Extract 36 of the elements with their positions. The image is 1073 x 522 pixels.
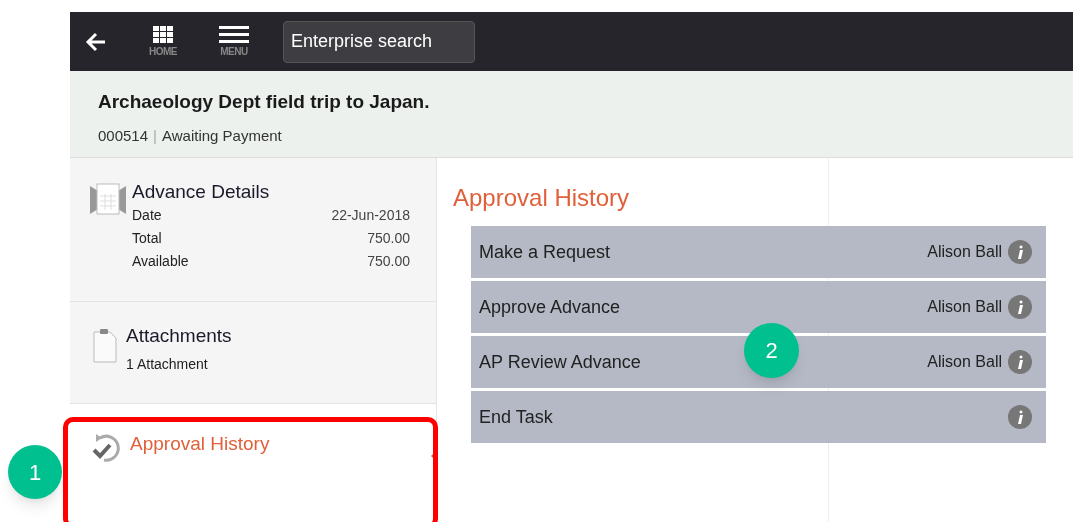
field-label: Total — [132, 229, 162, 248]
section-heading: Approval History — [453, 183, 631, 213]
record-title: Archaeology Dept field trip to Japan. — [98, 90, 431, 114]
document-icon — [90, 182, 126, 216]
record-status: Awaiting Payment — [161, 126, 282, 146]
field-value: 22-Jun-2018 — [331, 206, 410, 225]
step-name: End Task — [479, 405, 553, 429]
step-name: AP Review Advance — [479, 350, 641, 374]
item-title: Approval History — [130, 432, 271, 456]
menu-icon — [219, 26, 249, 43]
info-icon[interactable] — [1008, 240, 1032, 264]
menu-button[interactable]: MENU — [219, 26, 249, 57]
sidebar-item[interactable]: Advance Details Date 22-Jun-2018 Total 750.00 Available 750.00 — [70, 158, 436, 302]
field-label: Date — [132, 206, 162, 225]
user-name: Alison Ball — [927, 352, 1002, 372]
item-subtitle: 1 Attachment — [126, 355, 209, 374]
item-title: Advance Details — [132, 180, 271, 204]
info-icon[interactable] — [1008, 350, 1032, 374]
field-label: Available — [132, 252, 189, 271]
step-name: Make a Request — [479, 240, 611, 264]
info-icon[interactable] — [1008, 295, 1032, 319]
back-arrow-icon[interactable] — [85, 31, 107, 52]
grid-icon — [153, 26, 173, 43]
user-name: Alison Ball — [927, 297, 1002, 317]
record-number: 000514 — [98, 126, 149, 146]
item-title: Attachments — [126, 324, 233, 348]
field-value: 750.00 — [367, 252, 410, 271]
callout-badge: 1 — [8, 445, 62, 499]
home-button[interactable]: HOME — [149, 26, 177, 57]
step-name: Approve Advance — [479, 295, 621, 319]
field-value: 750.00 — [367, 229, 410, 248]
user-name: Alison Ball — [927, 242, 1002, 262]
search-field[interactable]: Enterprise search — [283, 20, 475, 63]
separator-text: | — [153, 126, 157, 146]
info-icon[interactable] — [1008, 405, 1032, 429]
file-icon — [90, 328, 120, 364]
